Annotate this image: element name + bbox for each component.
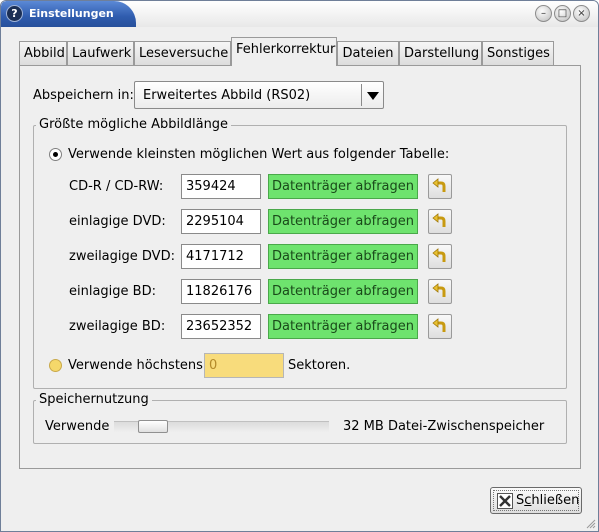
- bd-size-field[interactable]: 11826176: [181, 279, 261, 304]
- undo-arrow-icon: [432, 213, 446, 227]
- size-group-title: Größte mögliche Abbildlänge: [36, 117, 232, 132]
- tab-fehlerkorrektur[interactable]: Fehlerkorrektur: [231, 37, 337, 66]
- bd-dl-size-field[interactable]: 23652352: [181, 314, 261, 339]
- maximize-icon[interactable]: □: [554, 5, 571, 22]
- tab-dateien[interactable]: Dateien: [337, 41, 399, 65]
- tab-sonstiges[interactable]: Sonstiges: [482, 41, 554, 65]
- memory-result-label: 32 MB Datei-Zwischenspeicher: [343, 419, 545, 434]
- query-dvd-dl-button[interactable]: Datenträger abfragen: [268, 244, 418, 269]
- query-cd-button[interactable]: Datenträger abfragen: [268, 174, 418, 199]
- table-option-radio[interactable]: [49, 148, 62, 161]
- save-in-selected: Erweitertes Abbild (RS02): [143, 88, 311, 103]
- row-label-bd: einlagige BD:: [69, 284, 156, 299]
- dvd-size-field[interactable]: 2295104: [181, 209, 261, 234]
- row-label-cd: CD-R / CD-RW:: [69, 179, 164, 194]
- title-tab: ? Einstellungen: [1, 1, 136, 27]
- undo-cd-button[interactable]: [428, 174, 452, 199]
- resize-grip-icon[interactable]: [586, 519, 596, 529]
- undo-arrow-icon: [432, 248, 446, 262]
- tab-leseversuche[interactable]: Leseversuche: [134, 41, 231, 65]
- row-label-bd-dl: zweilagige BD:: [69, 319, 166, 334]
- max-option-label: Verwende höchstens: [68, 358, 203, 373]
- undo-bd-dl-button[interactable]: [428, 314, 452, 339]
- memory-slider[interactable]: [114, 420, 329, 433]
- close-icon[interactable]: ×: [573, 5, 590, 22]
- save-in-select[interactable]: Erweitertes Abbild (RS02): [134, 81, 384, 109]
- undo-dvd-button[interactable]: [428, 209, 452, 234]
- memory-group-title: Speichernutzung: [36, 392, 152, 407]
- max-option-radio[interactable]: [49, 359, 62, 372]
- sectors-unit-label: Sektoren.: [288, 358, 351, 373]
- table-option-label: Verwende kleinsten möglichen Wert aus fo…: [68, 147, 450, 162]
- tab-darstellung[interactable]: Darstellung: [399, 41, 482, 65]
- undo-dvd-dl-button[interactable]: [428, 244, 452, 269]
- slider-handle[interactable]: [138, 420, 168, 433]
- close-button-label: Schließen: [516, 493, 580, 508]
- undo-bd-button[interactable]: [428, 279, 452, 304]
- save-in-label: Abspeichern in:: [33, 88, 134, 103]
- close-button[interactable]: Schließen: [490, 487, 582, 514]
- memory-use-label: Verwende: [45, 419, 110, 434]
- combo-divider: [361, 84, 362, 106]
- undo-arrow-icon: [432, 283, 446, 297]
- row-label-dvd-dl: zweilagige DVD:: [69, 249, 175, 264]
- row-label-dvd: einlagige DVD:: [69, 214, 166, 229]
- close-icon: [497, 493, 513, 509]
- query-bd-dl-button[interactable]: Datenträger abfragen: [268, 314, 418, 339]
- query-bd-button[interactable]: Datenträger abfragen: [268, 279, 418, 304]
- undo-arrow-icon: [432, 318, 446, 332]
- dvd-dl-size-field[interactable]: 4171712: [181, 244, 261, 269]
- title-bar[interactable]: ? Einstellungen – □ ×: [1, 1, 598, 27]
- tab-abbild[interactable]: Abbild: [19, 41, 67, 65]
- cd-size-field[interactable]: 359424: [181, 174, 261, 199]
- tab-laufwerk[interactable]: Laufwerk: [67, 41, 134, 65]
- app-icon[interactable]: ?: [6, 5, 23, 22]
- query-dvd-button[interactable]: Datenträger abfragen: [268, 209, 418, 234]
- minimize-icon[interactable]: –: [535, 5, 552, 22]
- settings-window: ? Einstellungen – □ × Abbild Laufwerk Le…: [0, 0, 599, 532]
- max-sectors-field[interactable]: 0: [204, 353, 284, 378]
- chevron-down-icon[interactable]: [367, 92, 379, 100]
- window-title: Einstellungen: [29, 7, 114, 20]
- undo-arrow-icon: [432, 178, 446, 192]
